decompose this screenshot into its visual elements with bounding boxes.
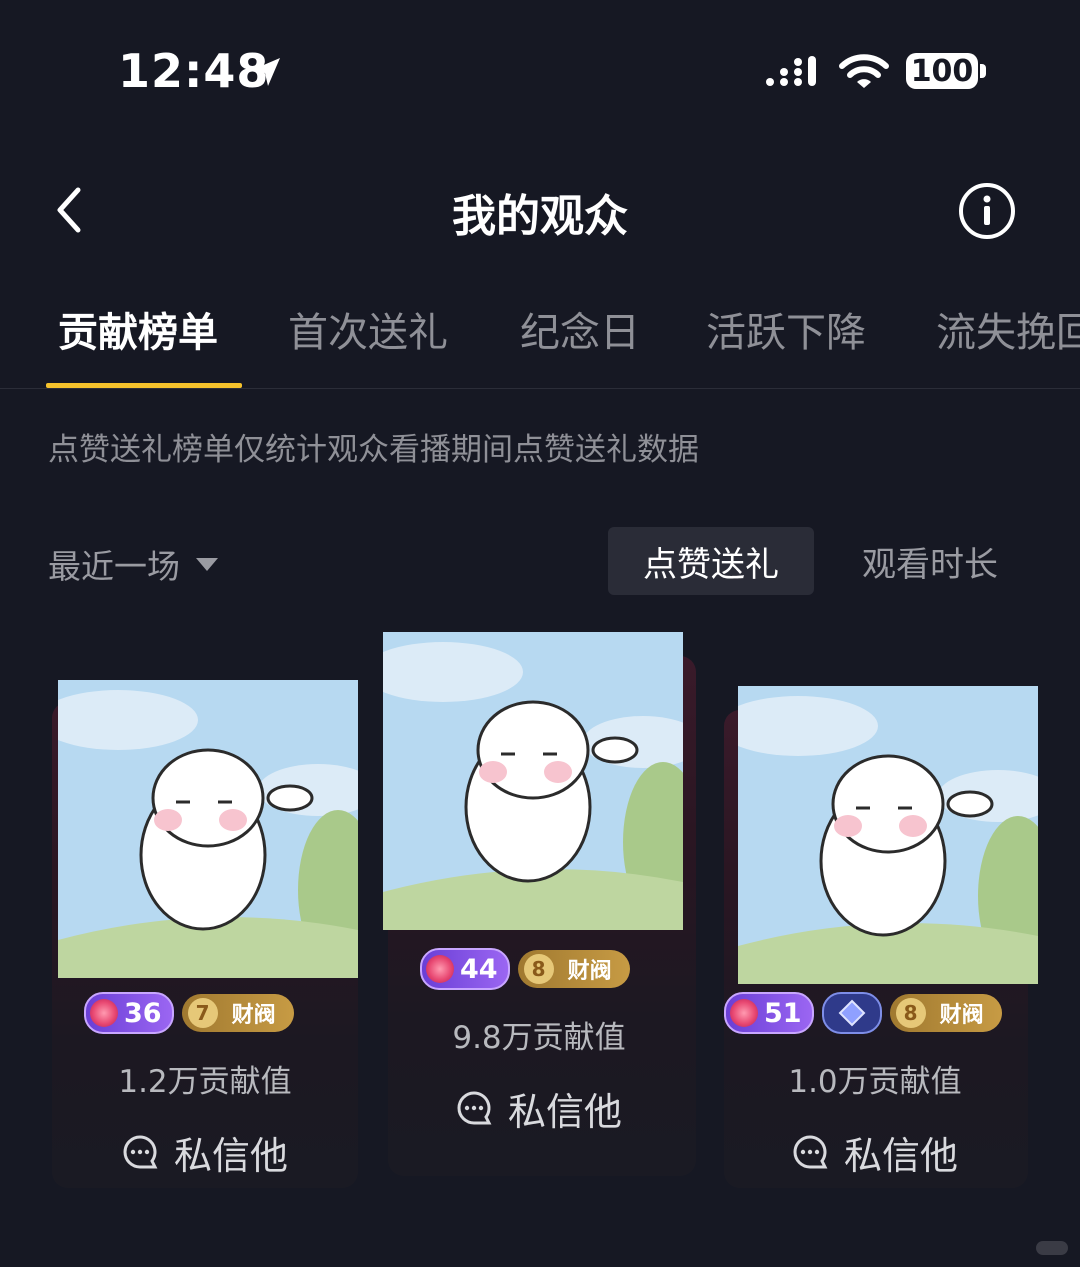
fan-level-icon: 7	[187, 998, 218, 1028]
gem-icon	[90, 999, 118, 1027]
badge-row: 51 8 财阀	[724, 992, 1002, 1034]
avatar[interactable]	[738, 686, 1038, 984]
user-level-badge: 36	[84, 992, 174, 1034]
segment-watch-time[interactable]: 观看时长	[842, 527, 1018, 595]
contribution-score: 1.2万贡献值	[118, 1064, 292, 1100]
contribution-score: 1.0万贡献值	[788, 1064, 962, 1100]
divider	[0, 388, 1080, 389]
battery-indicator: 100	[906, 53, 978, 89]
page-title: 我的观众	[452, 191, 628, 242]
message-label: 私信他	[173, 1133, 288, 1178]
avatar[interactable]	[58, 680, 358, 978]
wifi-icon	[839, 54, 889, 88]
diamond-icon	[838, 999, 865, 1027]
gem-icon	[426, 955, 454, 983]
message-label: 私信他	[843, 1133, 958, 1178]
sheep-avatar-image	[383, 632, 683, 930]
badge-row: 44 8 财阀	[420, 948, 630, 990]
chat-bubble-icon	[123, 1135, 158, 1169]
message-button[interactable]: 私信他	[724, 1126, 1026, 1178]
watermark	[1036, 1241, 1068, 1255]
message-button[interactable]: 私信他	[388, 1082, 690, 1134]
fan-club-badge: 7 财阀	[181, 994, 294, 1032]
tab-first-gift[interactable]: 首次送礼	[288, 300, 448, 358]
battery-tip	[980, 64, 986, 78]
fan-level-icon: 8	[895, 998, 926, 1028]
diamond-rank-badge	[821, 992, 882, 1034]
fan-club-badge: 8 财阀	[889, 994, 1002, 1032]
period-dropdown[interactable]: 最近一场	[48, 540, 218, 588]
message-button[interactable]: 私信他	[52, 1126, 358, 1178]
sheep-avatar-image	[58, 680, 358, 978]
tab-bar: 贡献榜单 首次送礼 纪念日 活跃下降 流失挽回	[0, 300, 1080, 380]
segment-like-gift[interactable]: 点赞送礼	[608, 527, 814, 595]
fan-club-badge: 8 财阀	[517, 950, 630, 988]
gem-icon	[730, 999, 758, 1027]
badge-row: 36 7 财阀	[84, 992, 294, 1034]
caret-down-icon	[196, 557, 218, 571]
contribution-score: 9.8万贡献值	[452, 1020, 626, 1056]
ranking-notice: 点赞送礼榜单仅统计观众看播期间点赞送礼数据	[48, 432, 699, 468]
status-time: 12:48	[118, 44, 270, 98]
location-arrow-icon	[252, 58, 280, 86]
chat-bubble-icon	[793, 1135, 828, 1169]
cellular-signal-icon	[766, 56, 816, 86]
user-level-badge: 44	[420, 948, 510, 990]
info-icon[interactable]	[958, 182, 1016, 240]
period-label: 最近一场	[48, 547, 180, 586]
tab-activity-drop[interactable]: 活跃下降	[706, 300, 866, 358]
chat-bubble-icon	[457, 1091, 492, 1125]
fan-level-icon: 8	[523, 954, 554, 984]
tab-contribution[interactable]: 贡献榜单	[58, 300, 218, 358]
avatar[interactable]	[383, 632, 683, 930]
tab-churn-recovery[interactable]: 流失挽回	[936, 300, 1080, 358]
message-label: 私信他	[507, 1089, 622, 1134]
tab-anniversary[interactable]: 纪念日	[520, 300, 640, 358]
sheep-avatar-image	[738, 686, 1038, 984]
user-level-badge: 51	[724, 992, 814, 1034]
